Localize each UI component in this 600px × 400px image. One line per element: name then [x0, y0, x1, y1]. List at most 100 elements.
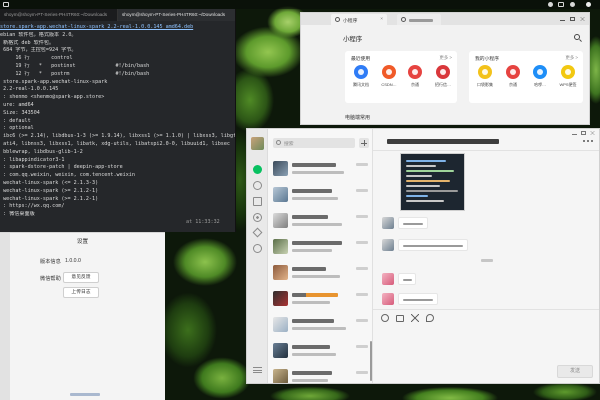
mini-app-item[interactable]: 京通: [499, 65, 527, 101]
avatar[interactable]: [382, 217, 394, 229]
chat-preview-blurred: [292, 275, 340, 278]
image-message[interactable]: [400, 153, 465, 211]
terminal-line: store.spark-app.wechat-linux-spark_2.2-r…: [0, 24, 194, 30]
terminal-line: : 微信桌面版: [0, 211, 35, 218]
list-item[interactable]: [268, 259, 372, 285]
avatar[interactable]: [382, 293, 394, 305]
terminal-line: wechat-linux-spark (<= 2.1.3-3): [0, 179, 99, 186]
chat-preview-blurred: [292, 379, 328, 382]
message-bubble[interactable]: [398, 239, 468, 251]
battery-icon[interactable]: [558, 2, 564, 7]
send-button[interactable]: 发送: [557, 365, 593, 378]
terminal-line: ibc6 (>= 2.14), libdbus-1-3 (>= 1.9.14),…: [0, 133, 236, 140]
chat-history-icon[interactable]: [426, 314, 434, 322]
minimize-icon[interactable]: [572, 131, 577, 135]
scissors-icon[interactable]: [411, 314, 419, 322]
terminal-line: 2.2-real-1.0.0.145: [0, 86, 59, 93]
add-chat-button[interactable]: [359, 138, 369, 148]
list-item[interactable]: [268, 181, 372, 207]
chat-name-blurred: [292, 215, 328, 219]
mini-program-icon[interactable]: [253, 244, 262, 253]
tab-close-icon[interactable]: ×: [380, 17, 383, 22]
chat-title-blurred: [387, 139, 499, 144]
mini-app-item[interactable]: 哈啰…: [526, 65, 554, 101]
feedback-button[interactable]: 意见反馈: [63, 272, 99, 283]
list-item[interactable]: [268, 363, 372, 383]
chat-time-blurred: [356, 345, 368, 348]
favorites-icon[interactable]: [253, 197, 262, 206]
terminal-tab-bar: shoym@shoym-PT-Series-PH4TR60:~/Download…: [0, 9, 235, 21]
volume-icon[interactable]: [570, 2, 575, 7]
terminal-line: ure: amd64: [0, 101, 34, 108]
mini-app-item[interactable]: 招行信…: [429, 65, 457, 101]
mini-app-item[interactable]: 腾讯文档: [347, 65, 375, 101]
search-icon[interactable]: [574, 34, 580, 40]
star-icon[interactable]: [252, 227, 263, 238]
help-label: 微信帮助: [40, 276, 61, 282]
tab-icon: [401, 17, 406, 22]
network-icon[interactable]: [548, 2, 553, 7]
chat-icon[interactable]: [253, 165, 262, 174]
upload-log-button[interactable]: 上传日志: [63, 287, 99, 298]
moments-icon[interactable]: [253, 213, 262, 222]
list-item[interactable]: [268, 233, 372, 259]
close-icon[interactable]: [580, 17, 585, 21]
message-bubble[interactable]: [398, 273, 416, 285]
terminal-line: 新格式 deb 软件包。: [0, 39, 55, 46]
list-item[interactable]: [268, 337, 372, 363]
terminal-window: shoym@shoym-PT-Series-PH4TR60:~/Download…: [0, 9, 236, 232]
power-icon[interactable]: [586, 2, 591, 7]
minimize-icon[interactable]: [560, 17, 565, 21]
terminal-line: Size: 343504: [0, 109, 40, 116]
message-bubble[interactable]: [398, 217, 428, 229]
avatar[interactable]: [382, 273, 394, 285]
settings-sidebar: [0, 233, 10, 400]
message-bubble[interactable]: [398, 293, 438, 305]
menu-icon[interactable]: [253, 367, 262, 373]
close-icon[interactable]: [590, 131, 595, 135]
list-item[interactable]: [268, 285, 372, 311]
terminal-line: : libappindicator3-1: [0, 156, 65, 163]
recent-more-link[interactable]: 更多 >: [439, 55, 452, 61]
mini-app-item[interactable]: WPS便签: [554, 65, 582, 101]
chat-panel: 发送: [373, 129, 599, 383]
terminal-line: 684 字节，主控包=924 字节。: [0, 47, 77, 54]
terminal-tab[interactable]: shoym@shoym-PT-Series-PH4TR60:~/Download…: [0, 9, 118, 21]
list-item[interactable]: [268, 155, 372, 181]
avatar[interactable]: [382, 239, 394, 251]
mini-app-item[interactable]: 口袋影集: [471, 65, 499, 101]
my-mini-programs-label: 我的小程序: [475, 57, 499, 62]
terminal-line: ebian 软件包，格式版本 2.0。: [0, 31, 77, 38]
folder-icon[interactable]: [396, 315, 404, 322]
terminal-tab-label: shoym@shoym-PT-Series-PH4TR60:~/Download…: [4, 12, 108, 17]
terminal-tab-active[interactable]: shoym@shoym-PT-Series-PH4TR60:~/Download…: [118, 9, 235, 21]
terms-link[interactable]: [70, 393, 100, 396]
mini-program-icon: [335, 17, 340, 22]
maximize-icon[interactable]: [581, 131, 586, 135]
tab-label: 小程序: [343, 18, 358, 24]
chat-name-blurred: [292, 189, 332, 193]
chat-name-blurred: [292, 163, 336, 167]
terminal-status-line: ady at 11:33:32: [0, 218, 235, 227]
terminal-line: : default: [0, 117, 31, 124]
tab-secondary[interactable]: [397, 14, 441, 25]
terminal-output[interactable]: store.spark-app.wechat-linux-spark_2.2-r…: [0, 22, 236, 232]
chat-list-scrollbar[interactable]: [370, 341, 372, 381]
window-icon[interactable]: [3, 2, 9, 7]
terminal-timestamp: at 11:33:32: [186, 218, 220, 225]
avatar[interactable]: [251, 137, 264, 150]
more-icon[interactable]: [583, 140, 593, 143]
message-time-blurred: [481, 259, 493, 262]
maximize-icon[interactable]: [570, 17, 575, 21]
contacts-icon[interactable]: [253, 181, 262, 190]
terminal-line: 12 行 * postrm #!/bin/bash: [0, 70, 150, 77]
list-item[interactable]: [268, 311, 372, 337]
emoji-icon[interactable]: [381, 314, 389, 322]
my-mini-programs-more-link[interactable]: 更多 >: [565, 55, 578, 61]
terminal-line: wechat-linux-spark (>= 2.1.2-1): [0, 195, 99, 202]
recent-label: 最近使用: [351, 57, 371, 62]
list-item[interactable]: [268, 207, 372, 233]
search-input[interactable]: 搜索: [273, 138, 355, 148]
tab-mini-program[interactable]: 小程序 ×: [331, 14, 387, 25]
mini-app-item[interactable]: 京通: [401, 65, 429, 101]
